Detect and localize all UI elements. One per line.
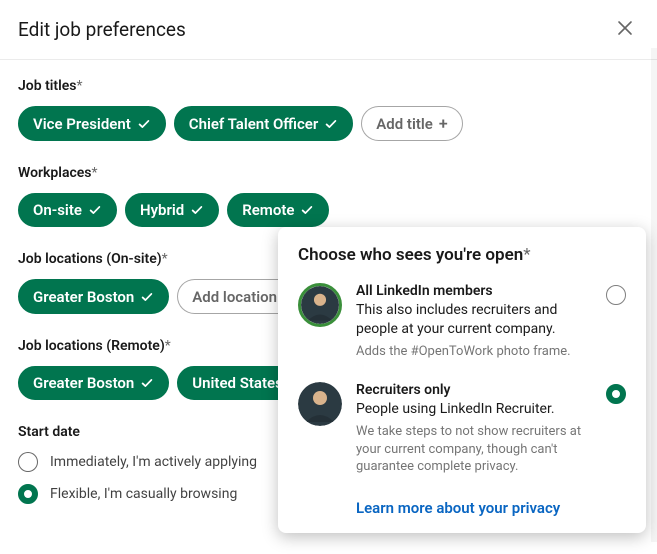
visibility-option-all[interactable]: All LinkedIn members This also includes … xyxy=(298,283,626,360)
option-body: Recruiters only People using LinkedIn Re… xyxy=(356,382,592,476)
learn-more-link[interactable]: Learn more about your privacy xyxy=(356,499,560,517)
scrollbar[interactable] xyxy=(651,48,657,542)
check-icon xyxy=(324,117,338,131)
check-icon xyxy=(190,203,204,217)
radio-indicator xyxy=(18,452,38,472)
check-icon xyxy=(300,203,314,217)
check-icon xyxy=(88,203,102,217)
popup-title: Choose who sees you're open* xyxy=(298,245,626,265)
avatar xyxy=(298,382,342,426)
chip-row: On-site Hybrid Remote xyxy=(18,193,639,227)
plus-icon: + xyxy=(439,114,448,133)
modal-header: Edit job preferences xyxy=(0,0,657,60)
section-job-titles: Job titles* Vice President Chief Talent … xyxy=(18,78,639,141)
close-icon xyxy=(615,18,635,41)
radio-indicator xyxy=(606,384,626,404)
visibility-option-recruiters[interactable]: Recruiters only People using LinkedIn Re… xyxy=(298,382,626,476)
chip-job-title[interactable]: Vice President xyxy=(18,106,166,141)
section-workplaces: Workplaces* On-site Hybrid Remote xyxy=(18,165,639,227)
close-button[interactable] xyxy=(611,14,639,45)
chip-job-title[interactable]: Chief Talent Officer xyxy=(174,106,354,141)
chip-row: Vice President Chief Talent Officer Add … xyxy=(18,106,639,141)
chip-workplace[interactable]: Hybrid xyxy=(125,193,219,227)
radio-indicator xyxy=(18,484,38,504)
check-icon xyxy=(140,290,154,304)
chip-workplace[interactable]: On-site xyxy=(18,193,117,227)
check-icon xyxy=(140,376,154,390)
option-body: All LinkedIn members This also includes … xyxy=(356,283,592,360)
chip-location[interactable]: Greater Boston xyxy=(18,366,169,400)
visibility-popup: Choose who sees you're open* All LinkedI… xyxy=(278,227,646,533)
radio-indicator xyxy=(606,285,626,305)
modal-title: Edit job preferences xyxy=(18,18,186,41)
chip-workplace[interactable]: Remote xyxy=(227,193,329,227)
chip-location[interactable]: Greater Boston xyxy=(18,279,169,314)
chip-add-title[interactable]: Add title + xyxy=(361,106,462,141)
section-label: Workplaces* xyxy=(18,165,639,181)
check-icon xyxy=(137,117,151,131)
section-label: Job titles* xyxy=(18,78,639,94)
avatar xyxy=(298,283,342,327)
